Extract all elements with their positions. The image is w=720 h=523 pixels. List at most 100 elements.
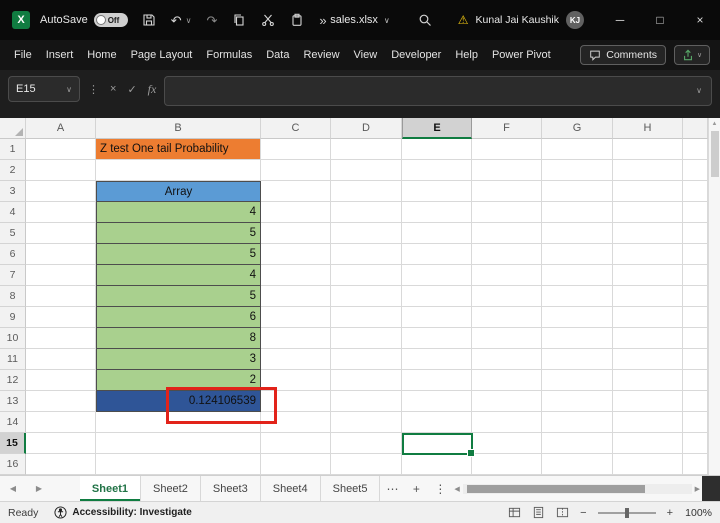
- zoom-level[interactable]: 100%: [684, 507, 712, 519]
- row-header-11[interactable]: 11: [0, 349, 26, 370]
- cell-F4[interactable]: [472, 202, 542, 223]
- sheet-tab-sheet1[interactable]: Sheet1: [80, 476, 141, 501]
- cell-G15[interactable]: [542, 433, 613, 454]
- cell-C2[interactable]: [261, 160, 331, 181]
- row-header-1[interactable]: 1: [0, 139, 26, 160]
- cell-G1[interactable]: [542, 139, 613, 160]
- row-header-16[interactable]: 16: [0, 454, 26, 475]
- column-header-E[interactable]: E: [402, 118, 472, 139]
- cell-G10[interactable]: [542, 328, 613, 349]
- row-header-3[interactable]: 3: [0, 181, 26, 202]
- cell-H9[interactable]: [613, 307, 683, 328]
- cell-partial-15[interactable]: [683, 433, 708, 454]
- cell-C9[interactable]: [261, 307, 331, 328]
- cell-H5[interactable]: [613, 223, 683, 244]
- cell-C6[interactable]: [261, 244, 331, 265]
- zoom-slider-knob[interactable]: [625, 508, 629, 518]
- cell-A14[interactable]: [26, 412, 96, 433]
- cell-partial-11[interactable]: [683, 349, 708, 370]
- cell-G8[interactable]: [542, 286, 613, 307]
- cell-partial-12[interactable]: [683, 370, 708, 391]
- cell-partial-14[interactable]: [683, 412, 708, 433]
- cell-partial-4[interactable]: [683, 202, 708, 223]
- cell-C13[interactable]: [261, 391, 331, 412]
- row-header-6[interactable]: 6: [0, 244, 26, 265]
- column-header-B[interactable]: B: [96, 118, 261, 139]
- formula-bar-expand-icon[interactable]: ∨: [696, 86, 702, 95]
- cell-E11[interactable]: [402, 349, 472, 370]
- cell-H6[interactable]: [613, 244, 683, 265]
- tab-data[interactable]: Data: [266, 49, 289, 61]
- column-header-D[interactable]: D: [331, 118, 402, 139]
- sheet-nav-right-icon[interactable]: ▶: [26, 476, 52, 501]
- cell-H4[interactable]: [613, 202, 683, 223]
- autosave-toggle[interactable]: AutoSave Off: [40, 13, 128, 27]
- cell-E9[interactable]: [402, 307, 472, 328]
- comments-button[interactable]: Comments: [580, 45, 666, 65]
- cell-F2[interactable]: [472, 160, 542, 181]
- tab-help[interactable]: Help: [455, 49, 478, 61]
- cell-G16[interactable]: [542, 454, 613, 475]
- cell-C10[interactable]: [261, 328, 331, 349]
- sheet-nav-left-icon[interactable]: ◀: [0, 476, 26, 501]
- cell-A3[interactable]: [26, 181, 96, 202]
- cell-D1[interactable]: [331, 139, 402, 160]
- cell-partial-8[interactable]: [683, 286, 708, 307]
- cell-D9[interactable]: [331, 307, 402, 328]
- cell-F13[interactable]: [472, 391, 542, 412]
- cell-G9[interactable]: [542, 307, 613, 328]
- cell-C4[interactable]: [261, 202, 331, 223]
- autosave-switch[interactable]: Off: [94, 13, 128, 27]
- cell-H13[interactable]: [613, 391, 683, 412]
- cell-D8[interactable]: [331, 286, 402, 307]
- cell-F11[interactable]: [472, 349, 542, 370]
- vertical-scrollbar[interactable]: ▲: [708, 118, 720, 475]
- cell-partial-2[interactable]: [683, 160, 708, 181]
- cell-A16[interactable]: [26, 454, 96, 475]
- cell-B3[interactable]: Array: [96, 181, 261, 202]
- tab-insert[interactable]: Insert: [46, 49, 74, 61]
- tab-formulas[interactable]: Formulas: [206, 49, 252, 61]
- cell-C15[interactable]: [261, 433, 331, 454]
- insert-function-icon[interactable]: fx: [148, 82, 157, 97]
- row-header-7[interactable]: 7: [0, 265, 26, 286]
- cell-G3[interactable]: [542, 181, 613, 202]
- cell-F5[interactable]: [472, 223, 542, 244]
- cell-E4[interactable]: [402, 202, 472, 223]
- cell-A4[interactable]: [26, 202, 96, 223]
- row-header-12[interactable]: 12: [0, 370, 26, 391]
- cell-B9[interactable]: 6: [96, 307, 261, 328]
- undo-chevron-icon[interactable]: ∨: [186, 16, 192, 25]
- minimize-button[interactable]: ─: [600, 0, 640, 40]
- sheet-tab-sheet5[interactable]: Sheet5: [321, 476, 381, 501]
- cell-G5[interactable]: [542, 223, 613, 244]
- cell-F10[interactable]: [472, 328, 542, 349]
- cell-partial-16[interactable]: [683, 454, 708, 475]
- cell-D5[interactable]: [331, 223, 402, 244]
- cell-D11[interactable]: [331, 349, 402, 370]
- cell-A1[interactable]: [26, 139, 96, 160]
- cancel-icon[interactable]: ×: [110, 83, 116, 95]
- redo-icon[interactable]: ↷: [206, 14, 217, 27]
- cell-H10[interactable]: [613, 328, 683, 349]
- cell-D14[interactable]: [331, 412, 402, 433]
- cell-E8[interactable]: [402, 286, 472, 307]
- row-header-2[interactable]: 2: [0, 160, 26, 181]
- cell-F3[interactable]: [472, 181, 542, 202]
- cell-H2[interactable]: [613, 160, 683, 181]
- cell-A2[interactable]: [26, 160, 96, 181]
- cell-H8[interactable]: [613, 286, 683, 307]
- cell-B6[interactable]: 5: [96, 244, 261, 265]
- cell-H16[interactable]: [613, 454, 683, 475]
- row-header-10[interactable]: 10: [0, 328, 26, 349]
- tab-review[interactable]: Review: [303, 49, 339, 61]
- formula-input[interactable]: ∨: [164, 76, 712, 106]
- cell-E1[interactable]: [402, 139, 472, 160]
- cell-C7[interactable]: [261, 265, 331, 286]
- sheet-tab-sheet3[interactable]: Sheet3: [201, 476, 261, 501]
- paste-icon[interactable]: [290, 13, 304, 27]
- cell-C12[interactable]: [261, 370, 331, 391]
- cell-G7[interactable]: [542, 265, 613, 286]
- horizontal-scrollbar[interactable]: ◀ ▶: [452, 476, 702, 501]
- cell-C1[interactable]: [261, 139, 331, 160]
